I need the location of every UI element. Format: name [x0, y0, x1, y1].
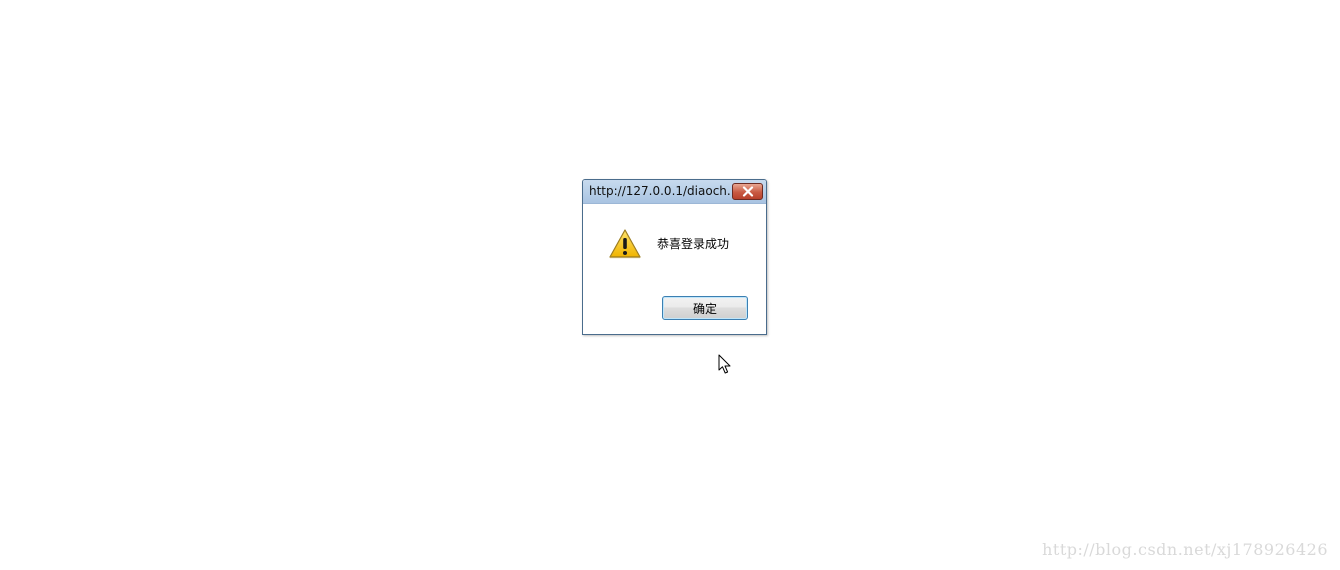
alert-dialog: http://127.0.0.1/diaoch... 恭喜登录成功 确定 — [582, 179, 767, 335]
close-icon — [742, 186, 753, 197]
warning-icon — [609, 229, 641, 259]
dialog-client-area: 恭喜登录成功 确定 — [583, 204, 766, 334]
dialog-message: 恭喜登录成功 — [657, 237, 730, 251]
page: http://127.0.0.1/diaoch... 恭喜登录成功 确定 htt… — [0, 0, 1340, 570]
mouse-pointer-icon — [718, 354, 731, 374]
close-button[interactable] — [732, 183, 763, 200]
dialog-titlebar[interactable]: http://127.0.0.1/diaoch... — [583, 180, 766, 204]
dialog-title: http://127.0.0.1/diaoch... — [589, 184, 731, 198]
watermark-url: http://blog.csdn.net/xj178926426 — [1042, 540, 1328, 559]
ok-button[interactable]: 确定 — [662, 296, 748, 320]
